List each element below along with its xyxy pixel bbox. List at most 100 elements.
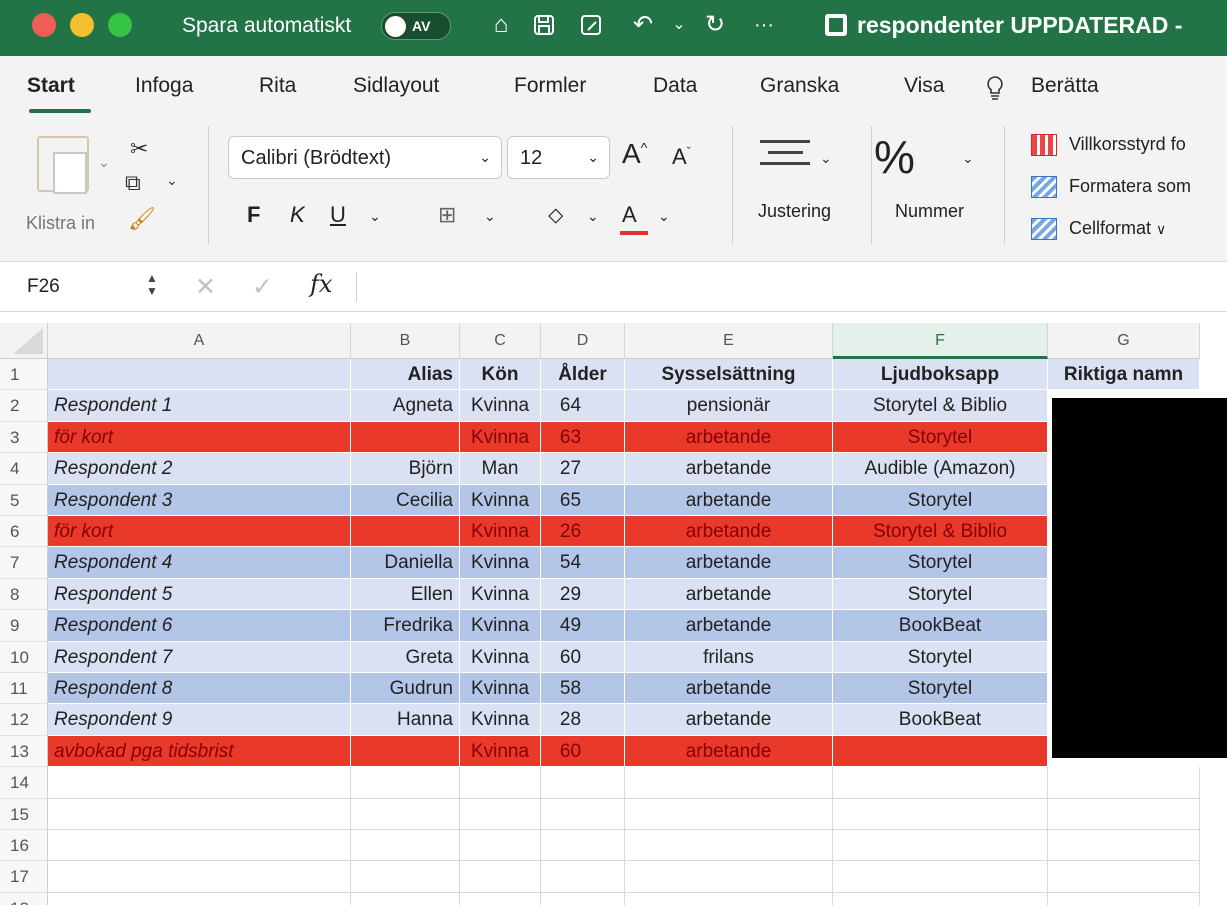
cell-a11[interactable]: Respondent 8 bbox=[48, 673, 351, 705]
cell-a3[interactable]: för kort bbox=[48, 421, 351, 454]
cell-f12[interactable]: BookBeat bbox=[833, 704, 1048, 736]
cell-a15[interactable] bbox=[48, 798, 351, 830]
cell-c7[interactable]: Kvinna bbox=[460, 547, 541, 579]
name-box[interactable]: F26 bbox=[27, 276, 60, 298]
cell-d5[interactable]: 65 bbox=[541, 484, 625, 516]
cell-b10[interactable]: Greta bbox=[351, 641, 460, 673]
cell-c1[interactable]: Kön bbox=[460, 359, 541, 391]
cell-f18[interactable] bbox=[833, 892, 1048, 905]
row-header[interactable]: 10 bbox=[0, 641, 48, 673]
paste-label[interactable]: Klistra in bbox=[26, 213, 95, 234]
row-header[interactable]: 11 bbox=[0, 673, 48, 705]
tab-sidlayout[interactable]: Sidlayout bbox=[353, 74, 439, 98]
cell-d13[interactable]: 60 bbox=[541, 735, 625, 768]
borders-chevron-icon[interactable]: ⌄ bbox=[484, 208, 496, 225]
cell-a13[interactable]: avbokad pga tidsbrist bbox=[48, 735, 351, 768]
row-header[interactable]: 16 bbox=[0, 830, 48, 862]
autosave-toggle[interactable]: AV bbox=[381, 12, 451, 40]
row-header[interactable]: 15 bbox=[0, 798, 48, 830]
chevron-down-icon[interactable]: ⌄ bbox=[664, 10, 694, 40]
cell-b8[interactable]: Ellen bbox=[351, 578, 460, 611]
cell-c2[interactable]: Kvinna bbox=[460, 390, 541, 422]
tab-formler[interactable]: Formler bbox=[514, 74, 586, 98]
cell-b7[interactable]: Daniella bbox=[351, 547, 460, 579]
cell-g18[interactable] bbox=[1048, 892, 1200, 905]
cell-d15[interactable] bbox=[541, 798, 625, 830]
decrease-font-size-icon[interactable]: Aˇ bbox=[672, 144, 691, 170]
redo-icon[interactable]: ↻ bbox=[700, 10, 730, 40]
column-header-g[interactable]: G bbox=[1048, 323, 1200, 359]
cell-e10[interactable]: frilans bbox=[625, 641, 833, 673]
cell-d18[interactable] bbox=[541, 892, 625, 905]
cell-b3[interactable] bbox=[351, 421, 460, 454]
tab-infoga[interactable]: Infoga bbox=[135, 74, 193, 98]
cell-b15[interactable] bbox=[351, 798, 460, 830]
cell-f4[interactable]: Audible (Amazon) bbox=[833, 453, 1048, 485]
cell-b16[interactable] bbox=[351, 830, 460, 862]
minimize-window-button[interactable] bbox=[70, 13, 94, 37]
cell-e8[interactable]: arbetande bbox=[625, 578, 833, 611]
cell-e2[interactable]: pensionär bbox=[625, 390, 833, 422]
format-as-table-button[interactable]: Formatera som bbox=[1031, 176, 1191, 199]
cell-c16[interactable] bbox=[460, 830, 541, 862]
cell-f3[interactable]: Storytel bbox=[833, 421, 1048, 454]
copy-icon[interactable]: ⧉ bbox=[125, 170, 141, 196]
font-color-icon[interactable]: A bbox=[622, 202, 637, 228]
cell-e12[interactable]: arbetande bbox=[625, 704, 833, 736]
select-all-corner[interactable] bbox=[0, 323, 48, 359]
cell-c14[interactable] bbox=[460, 767, 541, 799]
cell-e11[interactable]: arbetande bbox=[625, 673, 833, 705]
cell-c15[interactable] bbox=[460, 798, 541, 830]
cell-e1[interactable]: Sysselsättning bbox=[625, 359, 833, 391]
cell-f10[interactable]: Storytel bbox=[833, 641, 1048, 673]
column-header-d[interactable]: D bbox=[541, 323, 625, 359]
cell-b14[interactable] bbox=[351, 767, 460, 799]
cell-a8[interactable]: Respondent 5 bbox=[48, 578, 351, 611]
copy-options-chevron-icon[interactable]: ⌄ bbox=[166, 172, 178, 189]
format-painter-icon[interactable]: 🖌 bbox=[128, 206, 156, 232]
cell-b11[interactable]: Gudrun bbox=[351, 673, 460, 705]
cell-e13[interactable]: arbetande bbox=[625, 735, 833, 768]
column-header-f[interactable]: F bbox=[833, 323, 1048, 359]
cell-f16[interactable] bbox=[833, 830, 1048, 862]
cell-d9[interactable]: 49 bbox=[541, 610, 625, 642]
cell-f1[interactable]: Ljudboksapp bbox=[833, 359, 1048, 391]
cell-f8[interactable]: Storytel bbox=[833, 578, 1048, 611]
cell-b13[interactable] bbox=[351, 735, 460, 768]
edit-icon[interactable] bbox=[576, 10, 606, 40]
undo-icon[interactable]: ↶ bbox=[628, 10, 658, 40]
row-header[interactable]: 18 bbox=[0, 892, 48, 905]
cell-b9[interactable]: Fredrika bbox=[351, 610, 460, 642]
spreadsheet-grid[interactable]: A B C D E F G 1 Alias Kön Ålder Sysselsättning Ljudb… bbox=[0, 323, 1227, 905]
cancel-icon[interactable]: ✕ bbox=[195, 272, 216, 302]
cell-d16[interactable] bbox=[541, 830, 625, 862]
row-header[interactable]: 6 bbox=[0, 516, 48, 548]
cell-a14[interactable] bbox=[48, 767, 351, 799]
tab-granska[interactable]: Granska bbox=[760, 74, 839, 98]
cell-e15[interactable] bbox=[625, 798, 833, 830]
paste-options-chevron-icon[interactable]: ⌄ bbox=[98, 154, 110, 171]
cell-e9[interactable]: arbetande bbox=[625, 610, 833, 642]
cell-b17[interactable] bbox=[351, 861, 460, 893]
underline-options-chevron-icon[interactable]: ⌄ bbox=[369, 208, 381, 225]
cell-f14[interactable] bbox=[833, 767, 1048, 799]
zoom-window-button[interactable] bbox=[108, 13, 132, 37]
cell-e18[interactable] bbox=[625, 892, 833, 905]
cell-a9[interactable]: Respondent 6 bbox=[48, 610, 351, 642]
tab-beratta[interactable]: Berätta bbox=[1031, 74, 1099, 98]
cell-a18[interactable] bbox=[48, 892, 351, 905]
align-label[interactable]: Justering bbox=[758, 201, 831, 222]
cell-c18[interactable] bbox=[460, 892, 541, 905]
cell-e17[interactable] bbox=[625, 861, 833, 893]
cell-a10[interactable]: Respondent 7 bbox=[48, 641, 351, 673]
cell-d1[interactable]: Ålder bbox=[541, 359, 625, 391]
cell-b5[interactable]: Cecilia bbox=[351, 484, 460, 516]
cell-f9[interactable]: BookBeat bbox=[833, 610, 1048, 642]
italic-button[interactable]: K bbox=[290, 202, 305, 228]
cell-g16[interactable] bbox=[1048, 830, 1200, 862]
row-header[interactable]: 12 bbox=[0, 704, 48, 736]
cell-f11[interactable]: Storytel bbox=[833, 673, 1048, 705]
more-icon[interactable]: ··· bbox=[749, 10, 779, 40]
cell-e5[interactable]: arbetande bbox=[625, 484, 833, 516]
percent-icon[interactable]: % bbox=[874, 130, 915, 184]
